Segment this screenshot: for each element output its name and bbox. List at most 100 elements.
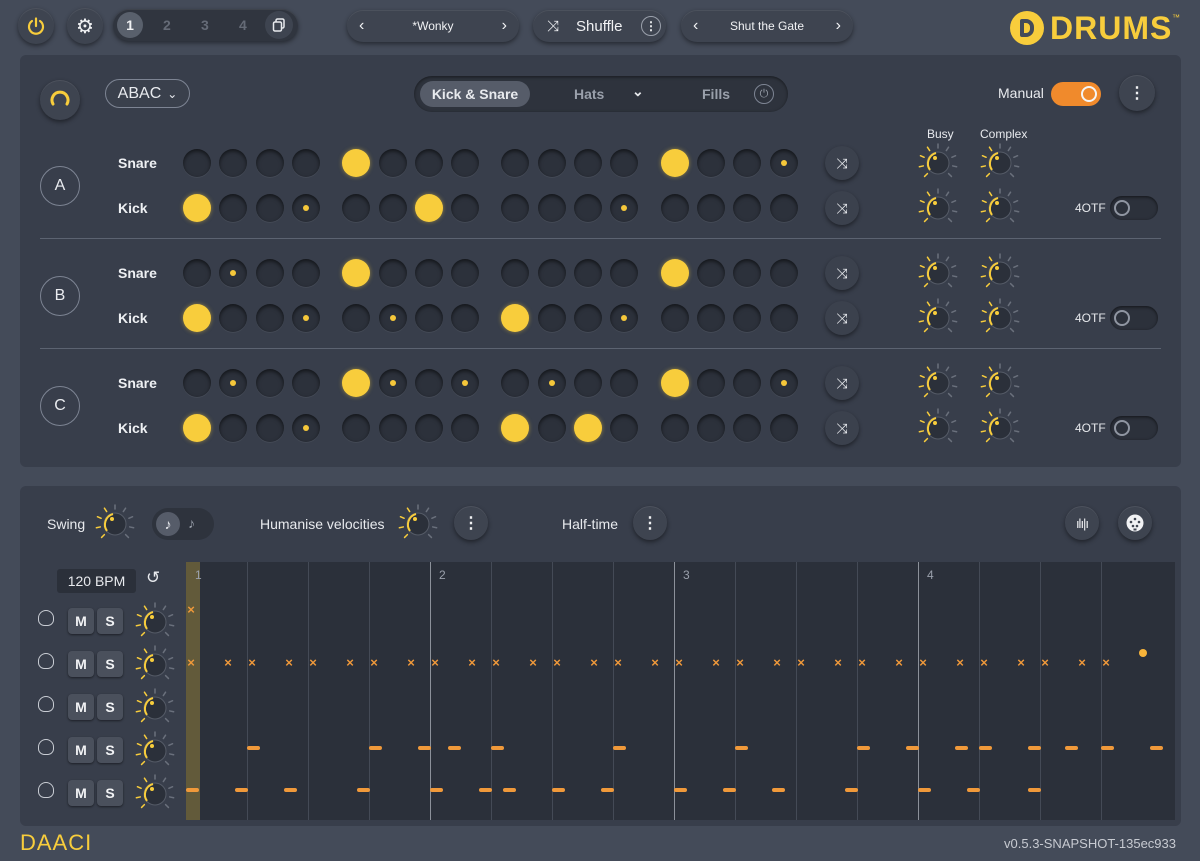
busy-knob[interactable]: [918, 363, 958, 403]
complex-knob[interactable]: [980, 363, 1020, 403]
step-button[interactable]: [342, 304, 371, 332]
hit-marker[interactable]: ×: [613, 656, 623, 669]
note-bar[interactable]: [503, 788, 516, 792]
note-bar[interactable]: [552, 788, 565, 792]
preset-name[interactable]: *Wonky: [347, 19, 519, 33]
step-button[interactable]: [537, 369, 566, 397]
step-button[interactable]: [183, 369, 211, 397]
next-groove-button[interactable]: ›: [836, 17, 841, 35]
step-button[interactable]: [733, 304, 762, 332]
hit-marker[interactable]: ×: [1040, 656, 1050, 669]
step-button[interactable]: [769, 194, 798, 222]
step-button[interactable]: [255, 259, 284, 287]
hit-marker[interactable]: ×: [857, 656, 867, 669]
step-button[interactable]: [451, 369, 480, 397]
step-button[interactable]: [696, 149, 725, 177]
otf-toggle[interactable]: [1110, 416, 1158, 440]
humanise-knob[interactable]: [398, 504, 438, 544]
slot-3-button[interactable]: 3: [201, 17, 209, 33]
step-button[interactable]: [769, 304, 798, 332]
step-button[interactable]: [451, 149, 480, 177]
hit-marker[interactable]: ×: [1101, 656, 1111, 669]
step-button[interactable]: [183, 259, 211, 287]
step-button[interactable]: [501, 194, 530, 222]
step-button[interactable]: [451, 414, 480, 442]
busy-knob[interactable]: [918, 298, 958, 338]
note-bar[interactable]: [613, 746, 626, 750]
note-bar[interactable]: [357, 788, 370, 792]
note-bar[interactable]: [1065, 746, 1078, 750]
note-bar[interactable]: [430, 788, 443, 792]
section-label[interactable]: C: [40, 386, 80, 426]
mute-button[interactable]: M: [68, 694, 94, 720]
playhead[interactable]: [186, 562, 200, 820]
hit-marker[interactable]: ×: [735, 656, 745, 669]
mute-button[interactable]: M: [68, 780, 94, 806]
hit-marker[interactable]: ×: [955, 656, 965, 669]
step-button[interactable]: [769, 259, 798, 287]
step-button[interactable]: [291, 414, 320, 442]
settings-button[interactable]: ⚙: [67, 8, 103, 44]
complex-knob[interactable]: [980, 188, 1020, 228]
hit-marker[interactable]: ×: [345, 656, 355, 669]
busy-knob[interactable]: [918, 253, 958, 293]
note-bar[interactable]: [284, 788, 297, 792]
hit-marker[interactable]: ×: [247, 656, 257, 669]
hats-chevron-down-icon[interactable]: ⌄: [632, 83, 644, 100]
step-button[interactable]: [610, 259, 639, 287]
step-button[interactable]: [451, 259, 480, 287]
step-button[interactable]: [414, 259, 443, 287]
step-button[interactable]: [342, 194, 371, 222]
step-button[interactable]: [537, 259, 566, 287]
step-button[interactable]: [451, 194, 480, 222]
hit-marker[interactable]: ×: [186, 656, 196, 669]
hit-marker[interactable]: ×: [186, 603, 196, 616]
note-bar[interactable]: [1101, 746, 1114, 750]
solo-button[interactable]: S: [97, 651, 123, 677]
busy-knob[interactable]: [918, 188, 958, 228]
solo-button[interactable]: S: [97, 737, 123, 763]
step-button[interactable]: [219, 194, 248, 222]
step-button[interactable]: [255, 304, 284, 332]
step-button[interactable]: [660, 369, 689, 397]
step-button[interactable]: [610, 149, 639, 177]
copy-slot-button[interactable]: [265, 11, 293, 39]
step-button[interactable]: [537, 304, 566, 332]
hit-marker[interactable]: ×: [552, 656, 562, 669]
step-button[interactable]: [255, 369, 284, 397]
note-bar[interactable]: [1028, 788, 1041, 792]
step-button[interactable]: [291, 194, 320, 222]
arrangement-dropdown[interactable]: ABAC ⌄: [105, 79, 190, 108]
note-bar[interactable]: [186, 788, 199, 792]
hit-dot[interactable]: [1139, 649, 1147, 657]
note-bar[interactable]: [479, 788, 492, 792]
step-button[interactable]: [451, 304, 480, 332]
hit-marker[interactable]: ×: [772, 656, 782, 669]
note-bar[interactable]: [857, 746, 870, 750]
step-button[interactable]: [610, 414, 639, 442]
step-button[interactable]: [219, 149, 248, 177]
step-button[interactable]: [696, 259, 725, 287]
shuffle-button[interactable]: ⤨ Shuffle ⋮: [533, 10, 666, 42]
busy-knob[interactable]: [918, 143, 958, 183]
solo-button[interactable]: S: [97, 608, 123, 634]
row-shuffle-button[interactable]: ⤨: [825, 366, 859, 400]
complex-knob[interactable]: [980, 143, 1020, 183]
step-button[interactable]: [610, 369, 639, 397]
step-button[interactable]: [537, 149, 566, 177]
slot-1-button[interactable]: 1: [117, 12, 143, 38]
groove-name[interactable]: Shut the Gate: [681, 19, 853, 33]
hit-marker[interactable]: ×: [918, 656, 928, 669]
step-button[interactable]: [378, 194, 407, 222]
step-button[interactable]: [660, 259, 689, 287]
step-button[interactable]: [574, 259, 602, 287]
step-button[interactable]: [574, 304, 602, 332]
hit-marker[interactable]: ×: [284, 656, 294, 669]
note-bar[interactable]: [369, 746, 382, 750]
solo-button[interactable]: S: [97, 694, 123, 720]
mute-button[interactable]: M: [68, 737, 94, 763]
track-volume-knob[interactable]: [135, 774, 175, 814]
otf-toggle[interactable]: [1110, 306, 1158, 330]
step-button[interactable]: [219, 259, 248, 287]
step-button[interactable]: [660, 304, 689, 332]
